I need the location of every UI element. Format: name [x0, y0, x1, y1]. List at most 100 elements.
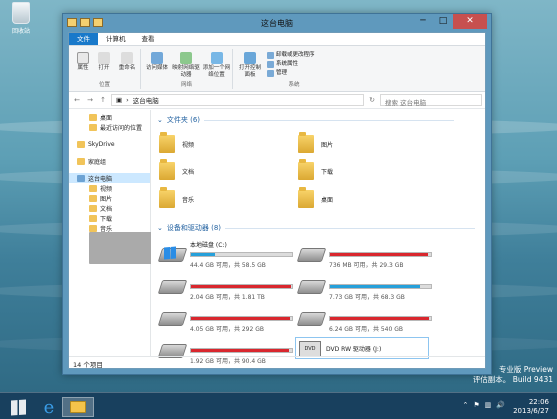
network-drive-icon — [180, 52, 192, 64]
devices-section-header[interactable]: ⌄ 设备和驱动器 (8) — [157, 223, 475, 233]
media-icon — [151, 52, 163, 64]
sidebar-item[interactable]: 本地磁盘 (C:) — [69, 232, 221, 264]
control-panel-icon — [244, 52, 256, 64]
sidebar-item[interactable]: 视频 — [69, 183, 150, 193]
search-input[interactable]: 搜索 这台电脑 — [380, 94, 482, 107]
system-properties-button[interactable]: 系统属性 — [267, 60, 315, 69]
system-group: 打开控制面板 卸载或更改程序 系统属性 管理 系统 — [233, 49, 355, 89]
breadcrumb-chevron-icon: › — [126, 96, 129, 104]
chevron-up-icon[interactable]: ⌃ — [463, 401, 469, 409]
internet-explorer-button[interactable]: e — [35, 396, 63, 418]
map-network-drive-button[interactable]: 映射网络驱动器 — [172, 52, 200, 79]
file-explorer-taskbar-button[interactable] — [62, 397, 94, 417]
close-button[interactable]: ✕ — [453, 14, 487, 29]
sidebar-item[interactable]: 文档 — [69, 203, 150, 213]
folder-icon — [159, 132, 175, 153]
address-box[interactable]: ▣ › 这台电脑 — [111, 94, 364, 106]
navigation-pane: 桌面最近访问的位置SkyDrive家庭组这台电脑视频图片文档下载音乐桌面本地磁盘… — [69, 110, 221, 356]
volume-icon[interactable]: 🔊 — [496, 401, 505, 409]
rename-icon — [121, 52, 133, 64]
preview-watermark: 专业版 Preview 评估副本。 Build 9431 — [472, 365, 553, 384]
sidebar-item[interactable]: 这台电脑 — [69, 173, 150, 183]
drive-usage-bar — [190, 284, 293, 289]
folder-desktop[interactable]: 桌面 — [298, 187, 333, 208]
drive-usage-fill — [191, 349, 289, 352]
drive-item[interactable]: 2.04 GB 可用，共 1.81 TB — [159, 272, 293, 304]
tab-view[interactable]: 查看 — [134, 33, 163, 45]
folder-downloads[interactable]: 下载 — [298, 159, 333, 180]
start-button[interactable] — [4, 397, 32, 417]
system-properties-icon — [267, 61, 274, 68]
drive-item[interactable]: 6.24 GB 可用，共 540 GB — [298, 304, 432, 336]
drive-usage-bar — [329, 252, 432, 257]
drive-free-space: 7.73 GB 可用，共 68.3 GB — [329, 294, 405, 301]
folder-music[interactable]: 音乐 — [159, 187, 194, 208]
drive-usage-fill — [191, 285, 291, 288]
refresh-icon[interactable]: ↻ — [367, 96, 377, 104]
drive-usage-fill — [330, 285, 420, 288]
tab-file[interactable]: 文件 — [69, 33, 98, 45]
manage-button[interactable]: 管理 — [267, 69, 315, 78]
flag-icon[interactable]: ⚑ — [473, 401, 479, 409]
open-control-panel-button[interactable]: 打开控制面板 — [237, 52, 263, 79]
location-group: 属性 打开 重命名 位置 — [69, 49, 141, 89]
tab-computer[interactable]: 计算机 — [98, 33, 134, 45]
network-location-icon — [210, 52, 223, 64]
title-bar: 这台电脑 ─ □ ✕ — [63, 14, 491, 32]
sidebar-item[interactable]: SkyDrive — [69, 139, 150, 149]
folder-pictures[interactable]: 图片 — [298, 132, 333, 153]
access-media-button[interactable]: 访问媒体 — [144, 52, 170, 72]
drive-item[interactable]: 736 MB 可用，共 29.3 GB — [298, 240, 432, 272]
properties-button[interactable]: 属性 — [74, 52, 92, 72]
back-icon[interactable]: ← — [72, 96, 82, 104]
up-icon[interactable]: ↑ — [98, 96, 108, 104]
drive-item[interactable]: 7.73 GB 可用，共 68.3 GB — [298, 272, 432, 304]
drive-free-space: 44.4 GB 可用，共 58.5 GB — [190, 262, 266, 269]
folder-icon — [77, 157, 85, 165]
folder-icon — [89, 214, 97, 222]
sidebar-item[interactable]: 最近访问的位置 — [69, 122, 150, 132]
items-view: ⌄ 文件夹 (6) 视频 图片 文档 下载 音乐 桌面 ⌄ 设备和驱动器 (8)… — [151, 110, 485, 365]
recycle-bin-label: 回收站 — [11, 28, 30, 35]
file-explorer-window: 这台电脑 ─ □ ✕ 文件 计算机 查看 属性 打开 重命名 位置 访问媒体 映… — [62, 13, 492, 375]
open-button[interactable]: 打开 — [95, 52, 113, 72]
uninstall-program-button[interactable]: 卸载或更改程序 — [267, 51, 315, 60]
folder-icon — [298, 132, 314, 153]
drive-name: 本地磁盘 (C:) — [190, 242, 227, 249]
folder-icon — [298, 187, 314, 208]
windows-logo-icon — [10, 398, 26, 416]
rename-button[interactable]: 重命名 — [116, 52, 138, 72]
drive-usage-bar — [190, 252, 293, 257]
add-network-location-button[interactable]: 添加一个网络位置 — [202, 52, 231, 79]
status-bar: 14 个项目 — [69, 356, 485, 369]
drive-usage-bar — [329, 284, 432, 289]
drive-usage-fill — [330, 253, 428, 256]
dvd-drive-icon: DVD — [299, 341, 321, 357]
system-commands: 卸载或更改程序 系统属性 管理 — [267, 51, 315, 78]
drive-usage-bar — [329, 316, 432, 321]
clock[interactable]: 22:06 2013/6/27 — [513, 398, 549, 416]
folder-icon — [159, 159, 175, 180]
forward-icon[interactable]: → — [85, 96, 95, 104]
sidebar-item[interactable]: 桌面 — [69, 112, 150, 122]
folder-icon — [89, 204, 97, 212]
system-tray: ⌃ ⚑ ▥ 🔊 — [463, 401, 506, 409]
section-chevron-icon: ⌄ — [157, 116, 163, 124]
folders-section-header[interactable]: ⌄ 文件夹 (6) — [157, 115, 454, 125]
folder-icon — [89, 224, 97, 232]
internet-explorer-icon: e — [43, 396, 55, 418]
drive-item[interactable]: 本地磁盘 (C:) 44.4 GB 可用，共 58.5 GB — [159, 240, 293, 272]
sidebar-item[interactable]: 家庭组 — [69, 156, 150, 166]
sidebar-item[interactable]: 图片 — [69, 193, 150, 203]
folder-documents[interactable]: 文档 — [159, 159, 194, 180]
network-icon[interactable]: ▥ — [485, 401, 492, 409]
hard-drive-icon — [298, 277, 324, 295]
minimize-button[interactable]: ─ — [413, 14, 433, 29]
network-group-title: 网络 — [180, 82, 192, 88]
folder-videos[interactable]: 视频 — [159, 132, 194, 153]
drive-item[interactable]: 4.05 GB 可用，共 292 GB — [159, 304, 293, 336]
recycle-bin-icon — [12, 2, 30, 24]
maximize-button[interactable]: □ — [433, 14, 453, 29]
sidebar-item[interactable]: 下载 — [69, 213, 150, 223]
recycle-bin-desktop-icon[interactable]: 回收站 — [3, 2, 39, 35]
